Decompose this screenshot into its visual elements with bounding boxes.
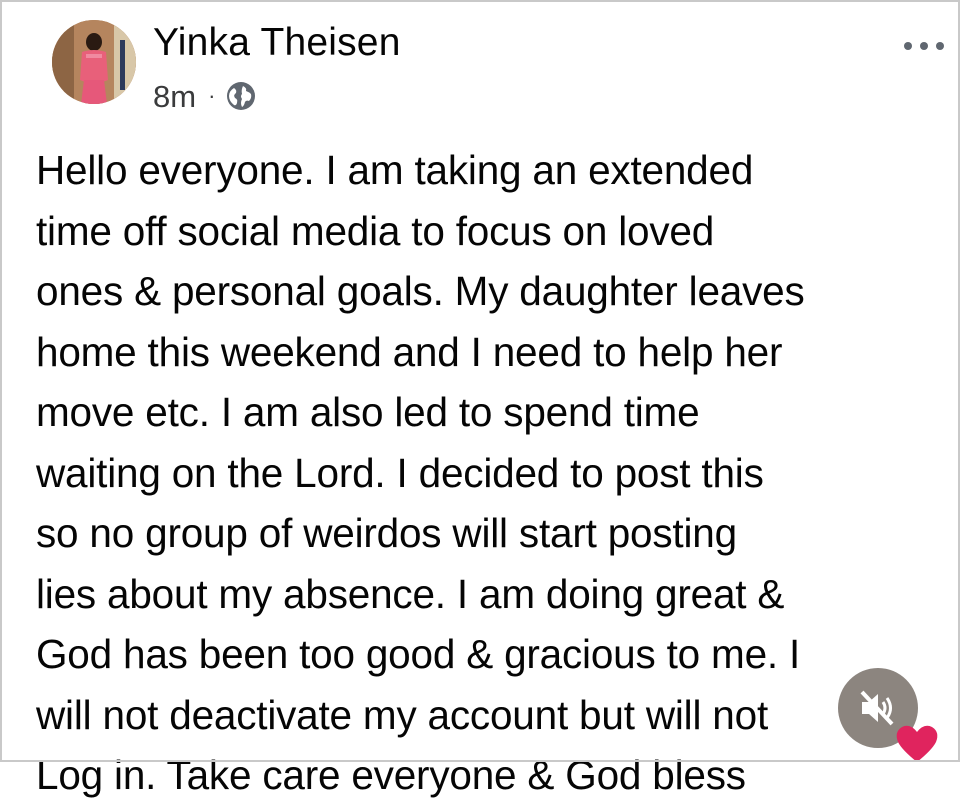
more-options-button[interactable] [904, 36, 944, 56]
post-body-line: lies about my absence. I am doing great … [36, 570, 785, 617]
red-heart-icon [896, 725, 938, 762]
author-avatar[interactable] [52, 20, 136, 104]
more-horizontal-icon [904, 42, 912, 50]
post-body-line: home this weekend and I need to help her [36, 328, 783, 375]
more-dot [936, 42, 944, 50]
meta-separator: · [208, 83, 216, 108]
post-body-line: Hello everyone. I am taking an extended [36, 147, 754, 193]
facebook-post: Yinka Theisen 8m · Hello everyone. I am … [0, 0, 960, 798]
more-dot [920, 42, 928, 50]
author-name[interactable]: Yinka Theisen [153, 21, 401, 65]
post-meta: 8m · [153, 80, 257, 112]
post-body-line: so no group of weirdos will start postin… [36, 510, 737, 557]
post-body-line: waiting on the Lord. I decided to post t… [36, 449, 764, 496]
post-body: Hello everyone. I am taking an extended … [36, 140, 946, 806]
post-timestamp[interactable]: 8m [153, 81, 196, 112]
post-body-line: God has been too good & gracious to me. … [36, 631, 801, 678]
post-body-line: Log in. Take care everyone & God bless [36, 752, 746, 799]
post-body-line: ones & personal goals. My daughter leave… [36, 268, 805, 315]
post-body-line: time off social media to focus on loved [36, 207, 715, 254]
post-body-line: move etc. I am also led to spend time [36, 389, 700, 436]
globe-icon[interactable] [225, 80, 257, 112]
post-body-line: will not deactivate my account but will … [36, 691, 769, 738]
